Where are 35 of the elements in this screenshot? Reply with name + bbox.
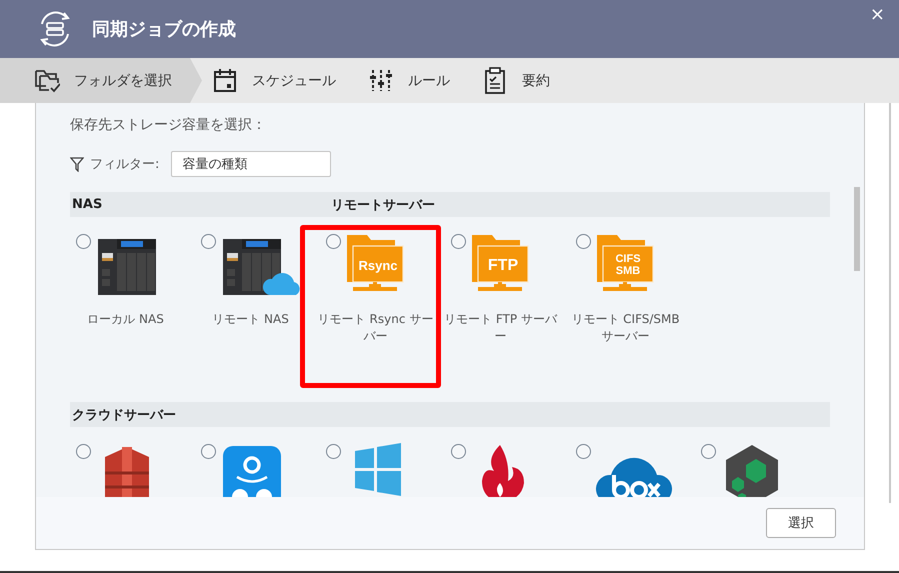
radio-button[interactable]	[326, 444, 341, 459]
radio-button[interactable]	[76, 444, 91, 459]
option-label: リモート FTP サーバー	[443, 311, 558, 345]
radio-button[interactable]	[451, 444, 466, 459]
step-tab[interactable]: ルール	[358, 58, 472, 103]
select-button[interactable]: 選択	[766, 508, 836, 538]
radio-button[interactable]	[76, 234, 91, 249]
sliders-icon	[368, 67, 394, 94]
window-title: 同期ジョブの作成	[92, 18, 236, 41]
step-tab[interactable]: スケジュール	[202, 58, 358, 103]
filter-field[interactable]: 容量の種類	[171, 151, 332, 177]
step-tab[interactable]: 要約	[472, 58, 572, 103]
folder-check-icon	[34, 67, 60, 94]
radio-button[interactable]	[326, 234, 341, 249]
option-label: リモート Rsync サーバー	[317, 311, 434, 345]
calendar-icon	[212, 67, 238, 94]
step-tab[interactable]: フォルダを選択	[0, 58, 202, 103]
filter-icon	[70, 156, 84, 172]
clipboard-icon	[482, 67, 508, 94]
option-label: ローカル NAS	[86, 311, 165, 328]
section-heading: NAS	[71, 197, 102, 212]
radio-button[interactable]	[576, 444, 591, 459]
option-label: リモート CIFS/SMB サーバー	[570, 311, 681, 345]
radio-button[interactable]	[201, 234, 216, 249]
section-heading: クラウドサーバー	[71, 406, 176, 424]
radio-button[interactable]	[451, 234, 466, 249]
close-button[interactable]: ×	[866, 4, 889, 25]
option-label: リモート NAS	[211, 311, 290, 328]
radio-button[interactable]	[201, 444, 216, 459]
scrollbar-thumb[interactable]	[854, 187, 860, 271]
prompt-text: 保存先ストレージ容量を選択：	[70, 116, 267, 134]
radio-button[interactable]	[576, 234, 591, 249]
radio-button[interactable]	[701, 444, 716, 459]
section-heading: リモートサーバー	[330, 196, 435, 214]
filter-label: フィルター:	[90, 156, 160, 173]
